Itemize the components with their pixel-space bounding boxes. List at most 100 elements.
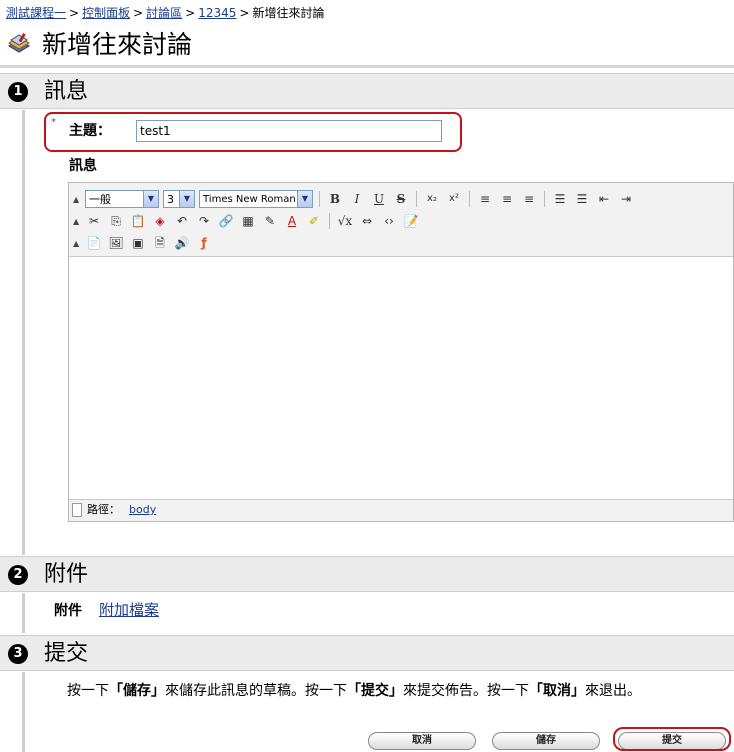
indent-icon[interactable]: ⇥ xyxy=(617,190,635,208)
toolbar-separator xyxy=(329,213,330,229)
step-1-header: 1 訊息 xyxy=(0,73,734,109)
breadcrumb-separator: > xyxy=(185,6,196,20)
step-1-body-bar xyxy=(22,110,25,555)
chevron-down-icon[interactable]: ▼ xyxy=(179,191,194,207)
insert-audio-icon[interactable]: 🔊 xyxy=(173,234,191,252)
ordered-list-icon[interactable]: ☰ xyxy=(551,190,569,208)
insert-image-icon[interactable]: 🖼 xyxy=(107,234,125,252)
insert-link-icon[interactable]: 🔗 xyxy=(217,212,235,230)
instruction-text: 來退出。 xyxy=(585,683,641,699)
breadcrumb-control-panel-link[interactable]: 控制面板 xyxy=(82,6,130,20)
toolbar-separator xyxy=(319,191,320,207)
breadcrumb-current: 新增往來討論 xyxy=(252,6,325,20)
outdent-icon[interactable]: ⇤ xyxy=(595,190,613,208)
attach-file-link[interactable]: 附加檔案 xyxy=(99,599,159,620)
font-size-select[interactable]: 3 ▼ xyxy=(163,190,195,208)
editor-content-area[interactable] xyxy=(69,258,733,500)
align-left-icon[interactable]: ≡ xyxy=(476,190,494,208)
instruction-text: 來提交佈告。按一下 xyxy=(403,683,529,699)
chevron-down-icon[interactable]: ▼ xyxy=(297,191,312,207)
cut-icon[interactable]: ✂ xyxy=(85,212,103,230)
subject-input[interactable] xyxy=(136,120,442,142)
step-1-title: 訊息 xyxy=(44,79,89,104)
strikethrough-icon[interactable]: S xyxy=(392,190,410,208)
editor-toolbar: ▲ 一般 ▼ 3 ▼ Times New Roman ▼ B I U S x₂ … xyxy=(69,183,733,257)
breadcrumb-discussion-board-link[interactable]: 討論區 xyxy=(146,6,182,20)
subscript-icon[interactable]: x₂ xyxy=(423,190,441,208)
editor-path-body-link[interactable]: body xyxy=(129,500,156,520)
insert-document-icon[interactable]: 🗎 xyxy=(151,234,169,252)
toolbar-row-1: ▲ 一般 ▼ 3 ▼ Times New Roman ▼ B I U S x₂ … xyxy=(73,188,635,210)
breadcrumb-course-link[interactable]: 測試課程一 xyxy=(6,6,66,20)
redo-icon[interactable]: ↷ xyxy=(195,212,213,230)
step-2-title: 附件 xyxy=(44,562,89,587)
html-source-icon[interactable]: ‹› xyxy=(380,212,398,230)
breadcrumb-separator: > xyxy=(69,6,80,20)
spellcheck-icon[interactable]: ◈ xyxy=(151,212,169,230)
chevron-down-icon[interactable]: ▼ xyxy=(143,191,158,207)
equation-icon[interactable]: √x xyxy=(336,212,354,230)
instruction-text: 來儲存此訊息的草稿。按一下 xyxy=(165,683,347,699)
anchor-icon[interactable]: ⇔ xyxy=(358,212,376,230)
submit-instructions: 按一下「儲存」來儲存此訊息的草稿。按一下「提交」來提交佈告。按一下「取消」來退出… xyxy=(67,682,731,700)
edit-note-icon[interactable]: 📝 xyxy=(402,212,420,230)
resize-handle-icon[interactable] xyxy=(72,503,82,517)
align-center-icon[interactable]: ≡ xyxy=(498,190,516,208)
insert-table-icon[interactable]: ▦ xyxy=(239,212,257,230)
toolbar-row-2: ▲ ✂ ⎘ 📋 ◈ ↶ ↷ 🔗 ▦ ✎ A ✐ √x ⇔ ‹› 📝 xyxy=(73,210,420,232)
breadcrumb-separator: > xyxy=(239,6,250,20)
step-3-body-bar xyxy=(22,672,25,752)
paste-icon[interactable]: 📋 xyxy=(129,212,147,230)
toolbar-grip-icon[interactable]: ▲ xyxy=(73,239,79,248)
copy-icon[interactable]: ⎘ xyxy=(107,212,125,230)
text-color-icon[interactable]: A xyxy=(283,212,301,230)
rich-text-editor: ▲ 一般 ▼ 3 ▼ Times New Roman ▼ B I U S x₂ … xyxy=(68,182,734,522)
step-number-3-icon: 3 xyxy=(8,644,28,664)
format-select[interactable]: 一般 ▼ xyxy=(85,190,159,208)
instruction-cancel-keyword: 「取消」 xyxy=(529,683,585,699)
step-3-title: 提交 xyxy=(44,641,89,666)
breadcrumb-forum-link[interactable]: 12345 xyxy=(198,6,236,20)
cancel-button[interactable]: 取消 xyxy=(368,732,476,750)
instruction-submit-keyword: 「提交」 xyxy=(347,683,403,699)
save-button[interactable]: 儲存 xyxy=(492,732,600,750)
font-family-select-value: Times New Roman xyxy=(203,193,296,205)
submit-button[interactable]: 提交 xyxy=(618,732,726,750)
step-number-1-icon: 1 xyxy=(8,82,28,102)
format-select-value: 一般 xyxy=(89,193,111,206)
editor-path-label: 路徑： xyxy=(87,503,120,516)
superscript-icon[interactable]: x² xyxy=(445,190,463,208)
font-size-select-value: 3 xyxy=(167,192,174,206)
discussion-thread-icon xyxy=(6,32,32,58)
instruction-save-keyword: 「儲存」 xyxy=(109,683,165,699)
message-label: 訊息 xyxy=(69,158,97,174)
toolbar-grip-icon[interactable]: ▲ xyxy=(73,217,79,226)
breadcrumb: 測試課程一 > 控制面板 > 討論區 >12345 > 新增往來討論 xyxy=(0,0,734,22)
breadcrumb-separator: > xyxy=(133,6,144,20)
step-3-header: 3 提交 xyxy=(0,635,734,671)
bold-icon[interactable]: B xyxy=(326,190,344,208)
toolbar-separator xyxy=(469,191,470,207)
pen-icon[interactable]: ✎ xyxy=(261,212,279,230)
page-title: 新增往來討論 xyxy=(42,30,193,59)
attachments-label: 附件 xyxy=(54,603,82,619)
step-2-body-bar xyxy=(22,593,25,633)
toolbar-separator xyxy=(416,191,417,207)
undo-icon[interactable]: ↶ xyxy=(173,212,191,230)
required-marker: * xyxy=(51,117,56,128)
instruction-text: 按一下 xyxy=(67,683,109,699)
align-right-icon[interactable]: ≡ xyxy=(520,190,538,208)
unordered-list-icon[interactable]: ☰ xyxy=(573,190,591,208)
toolbar-separator xyxy=(544,191,545,207)
underline-icon[interactable]: U xyxy=(370,190,388,208)
page-header: 新增往來討論 xyxy=(0,24,734,64)
toolbar-row-3: ▲ 📄 🖼 ▣ 🗎 🔊 ƒ xyxy=(73,232,213,254)
insert-flash-icon[interactable]: ƒ xyxy=(195,234,213,252)
font-family-select[interactable]: Times New Roman ▼ xyxy=(199,190,313,208)
step-number-2-icon: 2 xyxy=(8,565,28,585)
toolbar-grip-icon[interactable]: ▲ xyxy=(73,195,79,204)
italic-icon[interactable]: I xyxy=(348,190,366,208)
attach-file-icon[interactable]: 📄 xyxy=(85,234,103,252)
highlight-color-icon[interactable]: ✐ xyxy=(305,212,323,230)
insert-media-icon[interactable]: ▣ xyxy=(129,234,147,252)
